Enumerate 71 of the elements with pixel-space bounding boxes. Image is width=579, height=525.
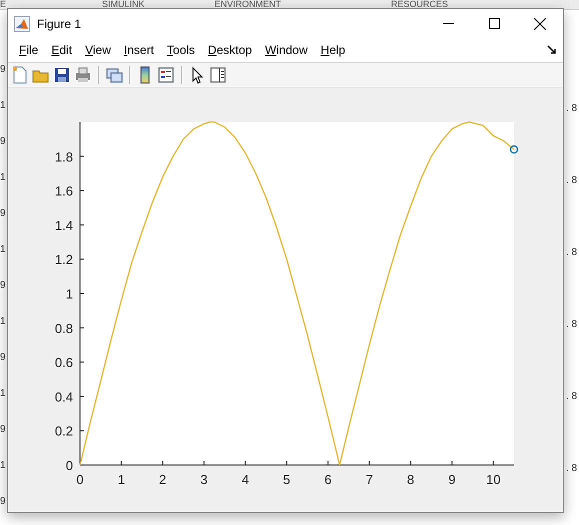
y-tick-label: 1.8 [54,149,73,164]
x-tick-label: 5 [283,472,290,487]
close-icon [534,18,546,30]
tab-label: ENVIRONMENT [214,0,282,9]
menu-item[interactable]: Edit [46,41,78,59]
dock-arrow-icon[interactable] [547,45,557,55]
linked-windows-icon [105,66,123,84]
window-title: Figure 1 [37,16,82,30]
y-tick-label: 1 [66,286,73,302]
code-digit: 9 [0,352,7,364]
y-tick-label: 1.6 [54,184,73,199]
tab-label: SIMULINK [102,0,145,9]
circle-marker [510,145,518,154]
code-digit: 1 [0,388,7,400]
x-tick-label: 6 [324,472,332,487]
y-tick-label: 0.8 [54,320,73,336]
save-button[interactable] [53,66,71,84]
y-tick-label: 0.4 [54,389,73,404]
menu-item[interactable]: Help [316,41,350,59]
code-digit: 9 [0,496,7,508]
code-digit: 1 [0,460,7,472]
menu-item[interactable]: File [14,41,44,59]
menu-item[interactable]: Tools [162,41,200,59]
code-digit: 1 [0,100,7,112]
code-digit: . 8 [566,319,578,331]
x-tick-label: 10 [486,472,501,487]
menu-item[interactable]: Insert [118,41,159,59]
x-tick-label: 9 [448,472,456,487]
code-digit: 1 [0,172,7,184]
save-icon [53,66,71,84]
code-digit: 1 [0,316,7,328]
new-file-icon [11,66,29,84]
x-tick-label: 4 [242,472,249,487]
menu-item[interactable]: Desktop [202,41,257,59]
menu-item[interactable]: View [80,41,116,59]
linked-windows-button[interactable] [105,66,123,84]
y-tick-label: 0.2 [54,424,73,439]
x-tick-label: 3 [200,472,208,487]
y-tick-label: 1.4 [54,218,73,233]
code-digit: . 8 [566,391,578,403]
y-tick-label: 1.2 [54,252,73,268]
code-digit: 9 [0,280,7,292]
printer-icon [74,66,92,84]
code-digit: 9 [0,424,7,436]
code-digit: . 8 [566,247,578,259]
minimize-icon [442,23,454,24]
property-panel-icon [209,66,227,84]
y-tick-label: 0 [66,458,73,473]
tab-label: E [0,0,6,9]
code-digit: 9 [0,208,7,220]
printer-button[interactable] [74,66,92,84]
maximize-icon [488,18,500,29]
code-digit: . 8 [566,463,578,475]
new-file-button[interactable] [11,66,29,84]
property-panel-button[interactable] [209,66,227,84]
tab-label: RESOURCES [391,0,448,9]
x-tick-label: 1 [118,472,125,487]
x-tick-label: 8 [407,472,414,487]
app-logo-icon [14,16,30,32]
code-digit: 9 [0,136,7,148]
y-tick-label: 0.6 [54,355,73,370]
menu-item[interactable]: Window [260,41,313,59]
x-tick-label: 7 [366,472,373,487]
code-digit: 1 [0,244,7,256]
code-digit: . 8 [566,175,578,187]
x-tick-label: 2 [159,472,166,487]
legend-button[interactable] [157,66,175,84]
code-digit: . 8 [566,103,578,115]
x-tick-label: 0 [76,472,84,487]
legend-icon [157,66,175,84]
code-digit: 9 [0,64,7,76]
